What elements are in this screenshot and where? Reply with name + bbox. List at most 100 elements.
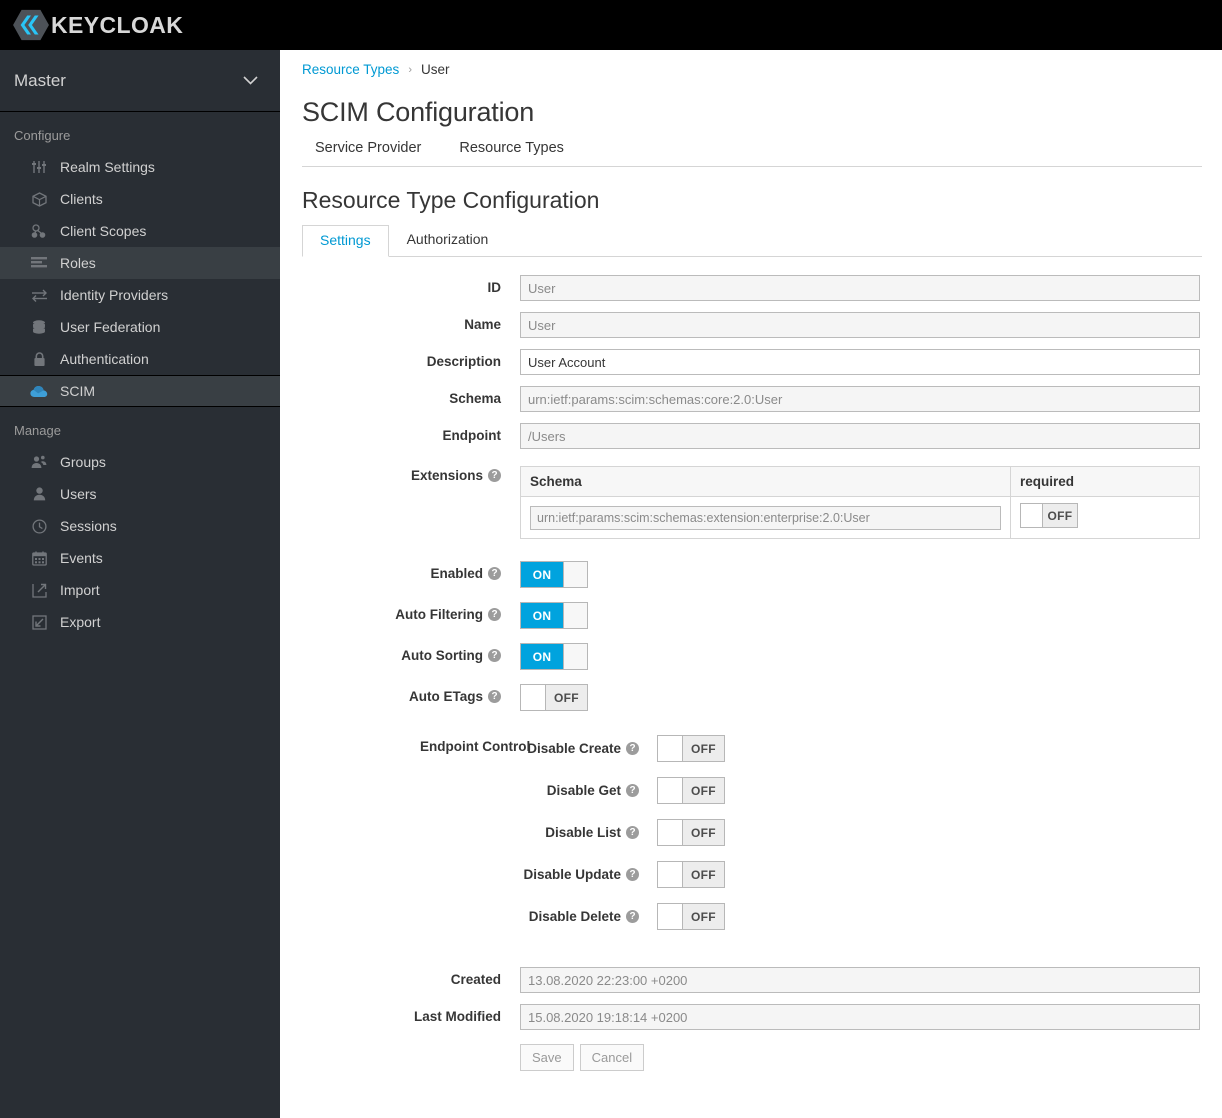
brand-logo[interactable]: KEYCLOAK xyxy=(12,8,183,42)
sidebar-item-label: Groups xyxy=(60,454,106,470)
label-enabled: Enabled xyxy=(430,566,483,581)
toggle-state-label: ON xyxy=(521,562,563,587)
toggle-knob xyxy=(658,862,683,887)
field-row-disable-delete: Disable Delete ? OFF xyxy=(302,903,1202,930)
extensions-table-header-row: Schema required xyxy=(520,466,1200,497)
toggle-state-label: OFF xyxy=(683,904,724,929)
help-circle-icon[interactable]: ? xyxy=(488,608,501,621)
help-circle-icon[interactable]: ? xyxy=(626,826,639,839)
auto-sorting-toggle[interactable]: ON xyxy=(520,643,588,670)
sidebar-item-users[interactable]: Users xyxy=(0,478,280,510)
clock-icon xyxy=(30,518,48,534)
sidebar-item-sessions[interactable]: Sessions xyxy=(0,510,280,542)
help-circle-icon[interactable]: ? xyxy=(626,868,639,881)
field-row-disable-get: Disable Get ? OFF xyxy=(302,777,1202,804)
toggle-knob xyxy=(563,562,587,587)
auto-etags-toggle[interactable]: OFF xyxy=(520,684,588,711)
sidebar-item-user-federation[interactable]: User Federation xyxy=(0,311,280,343)
toggle-state-label: OFF xyxy=(683,778,724,803)
sidebar-item-export[interactable]: Export xyxy=(0,606,280,638)
import-arrow-icon xyxy=(30,582,48,598)
cubes-icon xyxy=(30,223,48,239)
toggle-knob xyxy=(658,904,683,929)
extension-required-toggle[interactable]: OFF xyxy=(1020,503,1078,528)
table-row: OFF xyxy=(520,496,1200,539)
tab-settings[interactable]: Settings xyxy=(302,225,389,257)
sidebar-item-import[interactable]: Import xyxy=(0,574,280,606)
sidebar-item-client-scopes[interactable]: Client Scopes xyxy=(0,215,280,247)
disable-update-toggle[interactable]: OFF xyxy=(657,861,725,888)
help-circle-icon[interactable]: ? xyxy=(626,910,639,923)
sidebar-item-groups[interactable]: Groups xyxy=(0,446,280,478)
created-input xyxy=(520,967,1200,993)
help-circle-icon[interactable]: ? xyxy=(488,469,501,482)
brand-name: KEYCLOAK xyxy=(51,11,184,38)
field-row-auto-filtering: Auto Filtering ? ON xyxy=(302,602,1202,629)
disable-list-toggle[interactable]: OFF xyxy=(657,819,725,846)
masthead: KEYCLOAK xyxy=(0,0,1222,50)
link-service-provider[interactable]: Service Provider xyxy=(315,140,421,156)
sidebar-item-events[interactable]: Events xyxy=(0,542,280,574)
label-last-modified: Last Modified xyxy=(414,1009,501,1024)
toggle-knob xyxy=(521,685,546,710)
disable-create-toggle[interactable]: OFF xyxy=(657,735,725,762)
settings-form: ID Name Description Schema Endpoint xyxy=(302,257,1202,1071)
save-button[interactable]: Save xyxy=(520,1044,574,1071)
help-circle-icon[interactable]: ? xyxy=(488,649,501,662)
disable-delete-toggle[interactable]: OFF xyxy=(657,903,725,930)
field-row-id: ID xyxy=(302,275,1202,301)
sidebar-item-clients[interactable]: Clients xyxy=(0,183,280,215)
toggle-knob xyxy=(658,778,683,803)
sidebar-item-authentication[interactable]: Authentication xyxy=(0,343,280,375)
cloud-icon xyxy=(30,383,48,399)
page-title: SCIM Configuration xyxy=(302,97,535,127)
breadcrumb-separator-icon: › xyxy=(408,63,412,76)
realm-selector[interactable]: Master xyxy=(0,50,280,112)
sidebar-item-roles[interactable]: Roles xyxy=(0,247,280,279)
name-input xyxy=(520,312,1200,338)
label-disable-delete: Disable Delete xyxy=(528,909,621,924)
last-modified-input xyxy=(520,1004,1200,1030)
sidebar-item-label: Sessions xyxy=(60,518,117,534)
field-row-actions: Save Cancel xyxy=(302,1030,1202,1071)
field-row-last-modified: Last Modified xyxy=(302,1004,1202,1030)
disable-get-toggle[interactable]: OFF xyxy=(657,777,725,804)
toggle-knob xyxy=(1021,504,1043,527)
help-circle-icon[interactable]: ? xyxy=(626,784,639,797)
form-actions: Save Cancel xyxy=(520,1044,1202,1071)
schema-input xyxy=(520,386,1200,412)
toggle-knob xyxy=(563,603,587,628)
sidebar-item-identity-providers[interactable]: Identity Providers xyxy=(0,279,280,311)
tab-authorization[interactable]: Authorization xyxy=(389,224,507,256)
label-disable-get: Disable Get xyxy=(546,783,621,798)
toggle-knob xyxy=(563,644,587,669)
cancel-button[interactable]: Cancel xyxy=(579,1044,645,1071)
field-row-enabled: Enabled ? ON xyxy=(302,561,1202,588)
help-circle-icon[interactable]: ? xyxy=(488,567,501,580)
help-circle-icon[interactable]: ? xyxy=(626,742,639,755)
field-row-extensions: Extensions ? Schema required urn:ietf:pa… xyxy=(302,466,1202,539)
toggle-knob xyxy=(658,736,683,761)
id-input xyxy=(520,275,1200,301)
field-row-created: Created xyxy=(302,967,1202,993)
auto-filtering-toggle[interactable]: ON xyxy=(520,602,588,629)
toggle-state-label: ON xyxy=(521,603,563,628)
label-id: ID xyxy=(487,280,502,295)
sidebar-item-realm-settings[interactable]: Realm Settings xyxy=(0,151,280,183)
sidebar-item-scim[interactable]: SCIM xyxy=(0,375,280,407)
breadcrumb-link-resource-types[interactable]: Resource Types xyxy=(302,62,399,77)
field-row-name: Name xyxy=(302,312,1202,338)
extension-schema-cell xyxy=(520,496,1011,539)
sidebar-item-label: Clients xyxy=(60,191,103,207)
keycloak-hexagon-icon xyxy=(12,8,50,42)
sidebar-item-label: Realm Settings xyxy=(60,159,155,175)
help-circle-icon[interactable]: ? xyxy=(488,690,501,703)
description-input[interactable] xyxy=(520,349,1200,375)
enabled-toggle[interactable]: ON xyxy=(520,561,588,588)
link-resource-types[interactable]: Resource Types xyxy=(459,140,564,156)
toggle-state-label: ON xyxy=(521,644,563,669)
sidebar-item-label: Import xyxy=(60,582,100,598)
extension-schema-input xyxy=(530,505,1001,530)
list-bars-icon xyxy=(30,255,48,271)
endpoint-control-group: Endpoint Control Disable Create ? OFF Di… xyxy=(302,735,1202,930)
